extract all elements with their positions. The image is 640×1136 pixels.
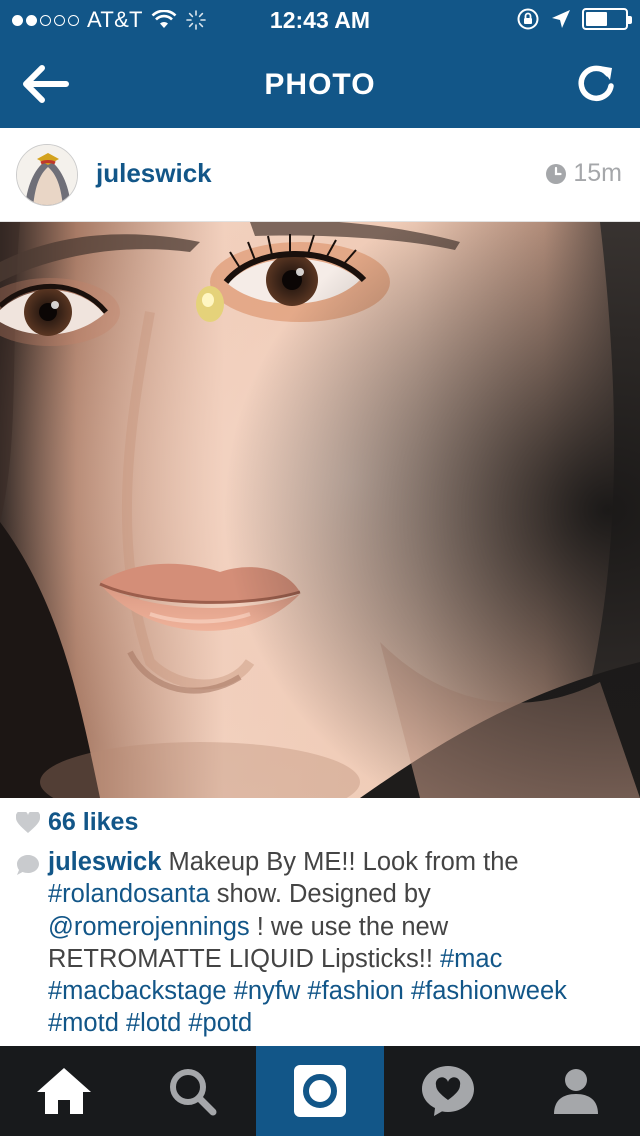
tab-bar [0, 1046, 640, 1136]
clock-icon [546, 163, 567, 184]
tab-profile[interactable] [512, 1046, 640, 1136]
location-arrow-icon [552, 10, 570, 28]
time-ago: 15m [573, 159, 622, 187]
search-icon [170, 1069, 217, 1116]
battery-icon [582, 8, 632, 30]
avatar[interactable] [16, 144, 78, 206]
hashtag-link[interactable]: #lotd [126, 1009, 181, 1037]
camera-icon [294, 1065, 346, 1117]
hashtag-link[interactable]: #motd [48, 1009, 119, 1037]
post-header: juleswick 15m [0, 128, 640, 222]
status-bar: AT&T 12:43 AM [0, 0, 640, 40]
hashtag-link[interactable]: #fashionweek [411, 977, 567, 1005]
tab-explore[interactable] [128, 1046, 256, 1136]
refresh-icon [578, 65, 614, 102]
nav-bar: PHOTO [0, 40, 640, 128]
post-timestamp: 15m [545, 159, 622, 188]
home-icon [37, 1068, 91, 1114]
battery-fill [586, 12, 607, 26]
tab-camera[interactable] [256, 1046, 384, 1136]
caption-segment: Makeup By ME!! Look from the [161, 848, 519, 876]
post-username[interactable]: juleswick [96, 158, 212, 189]
caption-segment: show. Designed by [209, 880, 431, 909]
battery-tip [628, 16, 632, 24]
likes-row[interactable]: 66 likes [16, 808, 138, 837]
hashtag-link[interactable]: #macbackstage [48, 977, 227, 1005]
likes-count[interactable]: 66 likes [48, 808, 138, 837]
heart-icon [16, 811, 40, 833]
caption-text: juleswick Makeup By ME!! Look from the #… [48, 846, 628, 1040]
refresh-button[interactable] [574, 62, 618, 106]
tab-home[interactable] [0, 1046, 128, 1136]
post-photo[interactable] [0, 222, 640, 798]
caption-username[interactable]: juleswick [48, 848, 161, 876]
orientation-lock-icon [517, 8, 539, 30]
hashtag-link[interactable]: #rolandosanta [48, 880, 210, 908]
hashtag-link[interactable]: #fashion [307, 977, 403, 1005]
hashtag-link[interactable]: #mac [440, 945, 502, 973]
hashtag-link[interactable]: #nyfw [234, 977, 301, 1005]
hashtag-link[interactable]: #potd [188, 1009, 252, 1037]
profile-icon [554, 1069, 598, 1114]
activity-heart-icon [422, 1066, 474, 1116]
comment-bubble-icon [17, 855, 39, 875]
portrait-photo [0, 222, 640, 798]
tab-activity[interactable] [384, 1046, 512, 1136]
post-caption: juleswick Makeup By ME!! Look from the #… [16, 846, 628, 1040]
top-bar: AT&T 12:43 AM PHOTO [0, 0, 640, 128]
page-title: PHOTO [264, 68, 376, 101]
status-right [516, 7, 632, 31]
mention-link[interactable]: @romerojennings [48, 913, 250, 941]
avatar-image [17, 145, 77, 205]
